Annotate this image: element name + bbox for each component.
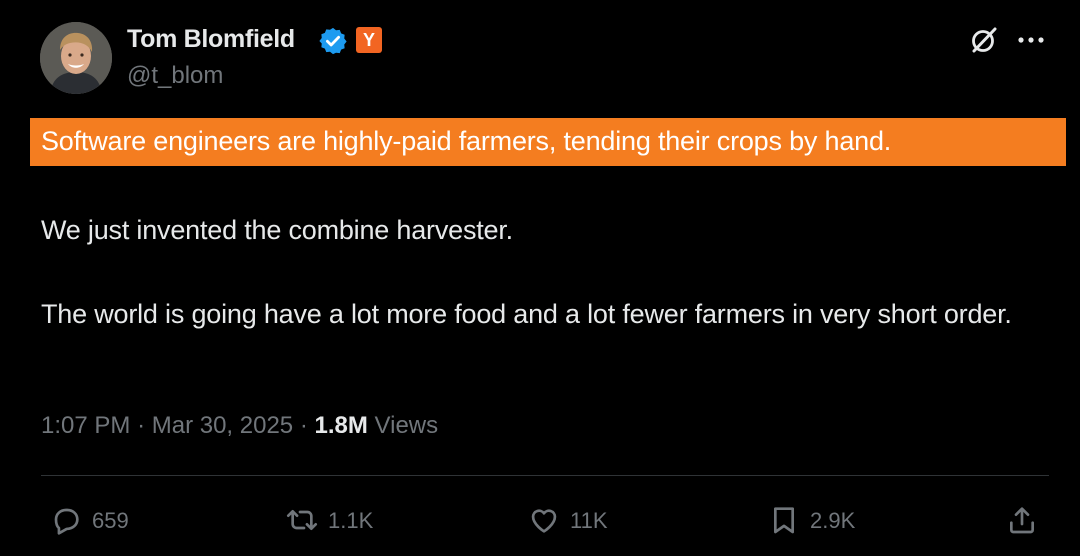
tweet-card: Tom Blomfield Y @t_blom Software enginee… [0, 0, 1080, 556]
like-icon [531, 509, 557, 533]
grok-icon[interactable] [968, 24, 1000, 56]
like-button[interactable]: 11K [528, 502, 628, 538]
reply-icon [54, 508, 79, 535]
retweet-icon [286, 510, 318, 530]
tweet-paragraph: We just invented the combine harvester. [41, 215, 513, 245]
divider [41, 475, 1049, 476]
bookmark-button[interactable]: 2.9K [768, 502, 878, 538]
bookmark-icon [774, 507, 794, 534]
more-icon[interactable] [1014, 26, 1048, 54]
meta-separator: · [299, 412, 308, 439]
reply-count: 659 [92, 508, 129, 533]
retweet-button[interactable]: 1.1K [286, 502, 396, 538]
yc-badge[interactable]: Y [356, 27, 382, 53]
share-button[interactable] [1006, 502, 1040, 538]
tweet-highlighted-text: Software engineers are highly-paid farme… [41, 126, 892, 156]
tweet-date[interactable]: Mar 30, 2025 [152, 412, 293, 439]
author-name[interactable]: Tom Blomfield [127, 25, 295, 54]
tweet-paragraph: The world is going have a lot more food … [41, 299, 1012, 329]
meta-separator: · [137, 412, 146, 439]
tweet-time[interactable]: 1:07 PM [41, 412, 130, 439]
retweet-count: 1.1K [328, 508, 374, 533]
author-handle[interactable]: @t_blom [127, 62, 223, 90]
like-count: 11K [570, 508, 608, 533]
share-icon [1010, 507, 1034, 534]
views-count: 1.8M [314, 412, 368, 439]
bookmark-count: 2.9K [810, 508, 856, 533]
tweet-meta: 1:07 PM · Mar 30, 2025 · 1.8M Views [41, 412, 438, 440]
reply-button[interactable]: 659 [50, 502, 150, 538]
views-label: Views [374, 412, 439, 439]
avatar[interactable] [40, 22, 112, 94]
verified-icon[interactable] [318, 26, 348, 56]
